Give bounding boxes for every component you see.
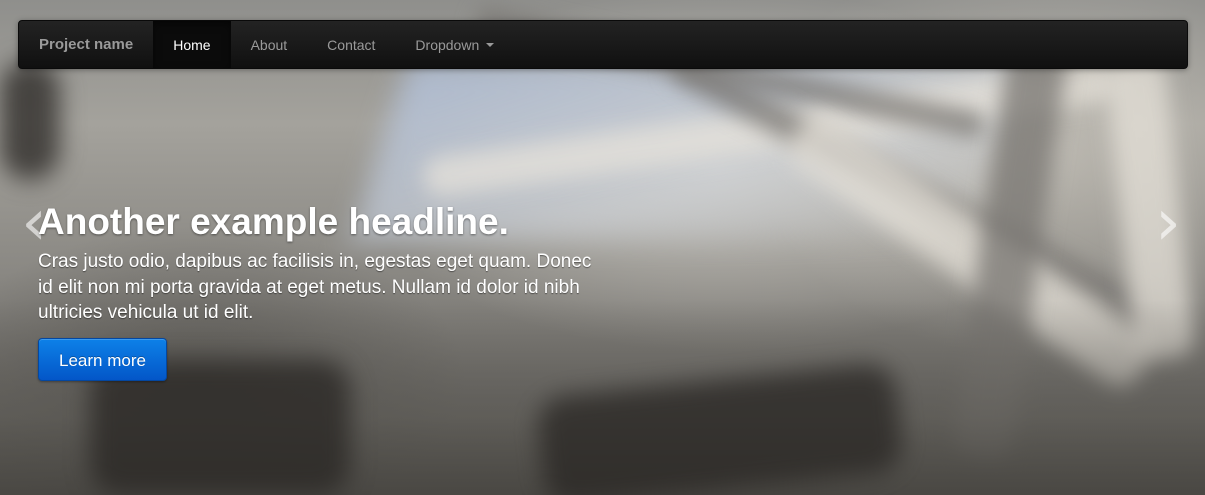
nav-item-label: Dropdown: [415, 36, 480, 53]
carousel-next-control[interactable]: ›: [1148, 188, 1188, 258]
slide-headline: Another example headline.: [38, 201, 509, 242]
caret-down-icon: [486, 42, 495, 47]
nav-item-about[interactable]: About: [231, 21, 308, 68]
nav-item-label: Contact: [327, 36, 376, 53]
background-shadow: [0, 60, 60, 180]
nav-item-label: Home: [173, 36, 211, 53]
navbar: Project name Home About Contact Dropdown: [18, 20, 1188, 69]
nav-item-label: About: [250, 36, 288, 53]
nav-item-home[interactable]: Home: [153, 21, 231, 68]
nav-item-dropdown[interactable]: Dropdown: [395, 21, 514, 68]
brand-link[interactable]: Project name: [19, 21, 153, 68]
slide-text: Cras justo odio, dapibus ac facilisis in…: [38, 251, 592, 323]
learn-more-button[interactable]: Learn more: [38, 337, 167, 381]
nav-item-contact[interactable]: Contact: [307, 21, 395, 68]
chevron-right-icon: ›: [1155, 186, 1181, 260]
carousel-caption: Another example headline. Cras justo odi…: [38, 200, 608, 381]
nav-menu: Home About Contact Dropdown: [153, 21, 514, 68]
